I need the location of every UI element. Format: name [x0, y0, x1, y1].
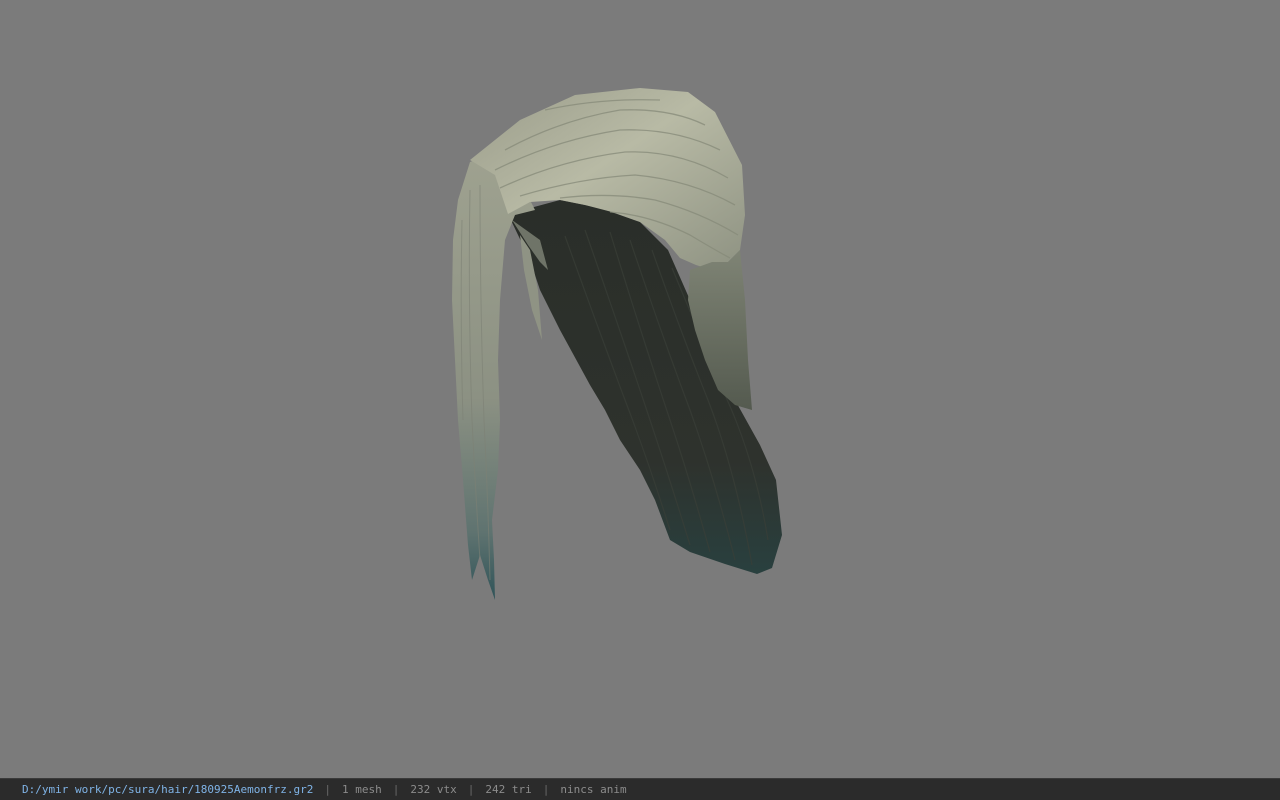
mesh-count: 1 mesh	[342, 783, 382, 796]
file-path: D:/ymir work/pc/sura/hair/180925Aemonfrz…	[22, 783, 314, 796]
vertex-count: 232 vtx	[410, 783, 457, 796]
3d-viewport[interactable]	[0, 0, 1280, 778]
status-bar: D:/ymir work/pc/sura/hair/180925Aemonfrz…	[0, 778, 1280, 800]
triangle-count: 242 tri	[485, 783, 532, 796]
status-separator: |	[467, 783, 475, 796]
status-separator: |	[542, 783, 550, 796]
status-separator: |	[324, 783, 332, 796]
hair-model-render[interactable]	[0, 0, 1280, 778]
status-separator: |	[392, 783, 400, 796]
animation-info: nincs anim	[560, 783, 627, 796]
